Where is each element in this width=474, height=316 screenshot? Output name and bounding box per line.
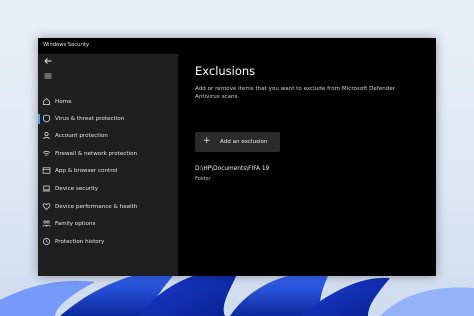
page-description: Add or remove items that you want to exc… xyxy=(195,86,396,100)
windows-security-window: Windows Security Home Virus & threat pro… xyxy=(38,38,436,276)
sidebar-item-label: Family options xyxy=(55,221,96,227)
laptop-icon xyxy=(42,185,51,192)
exclusion-type: Folder xyxy=(195,176,211,182)
sidebar-item-app-browser-control[interactable]: App & browser control xyxy=(38,163,178,179)
home-icon xyxy=(42,98,51,106)
window-title: Windows Security xyxy=(43,42,90,48)
history-icon xyxy=(42,237,51,246)
sidebar-item-account-protection[interactable]: Account protection xyxy=(38,128,178,144)
add-exclusion-label: Add an exclusion xyxy=(220,139,268,145)
sidebar-item-firewall-network-protection[interactable]: Firewall & network protection xyxy=(38,146,178,162)
person-icon xyxy=(43,132,50,140)
sidebar-item-protection-history[interactable]: Protection history xyxy=(38,234,178,250)
sidebar-item-label: Virus & threat protection xyxy=(55,116,125,122)
sidebar-item-label: Firewall & network protection xyxy=(55,151,138,157)
sidebar-item-virus-threat-protection[interactable]: Virus & threat protection xyxy=(38,111,178,127)
sidebar-item-label: Device performance & health xyxy=(55,204,138,210)
main-content: Exclusions Add or remove items that you … xyxy=(178,54,436,276)
title-bar: Windows Security xyxy=(38,38,436,54)
back-arrow-icon[interactable] xyxy=(43,56,53,66)
sidebar-item-family-options[interactable]: Family options xyxy=(38,216,178,232)
sidebar-item-label: Account protection xyxy=(55,133,108,139)
sidebar-item-device-performance-health[interactable]: Device performance & health xyxy=(38,199,178,215)
wifi-icon xyxy=(42,150,51,156)
shield-icon xyxy=(42,114,51,123)
active-indicator xyxy=(38,114,40,124)
sidebar-item-label: Home xyxy=(55,99,72,105)
app-window-icon xyxy=(42,167,51,174)
sidebar: Home Virus & threat protection Account p… xyxy=(38,54,178,276)
sidebar-item-label: App & browser control xyxy=(55,168,118,174)
exclusion-path: D:\HP\Documents\FIFA 19 xyxy=(195,166,270,172)
page-title: Exclusions xyxy=(195,64,256,78)
sidebar-item-label: Device security xyxy=(55,186,99,192)
family-icon xyxy=(42,220,51,227)
plus-icon: + xyxy=(203,136,211,146)
heart-icon xyxy=(42,203,51,211)
sidebar-item-label: Protection history xyxy=(55,239,105,245)
hamburger-menu-icon[interactable] xyxy=(43,71,53,81)
add-exclusion-button[interactable]: + Add an exclusion xyxy=(195,132,280,152)
sidebar-item-device-security[interactable]: Device security xyxy=(38,181,178,197)
sidebar-item-home[interactable]: Home xyxy=(38,94,178,110)
